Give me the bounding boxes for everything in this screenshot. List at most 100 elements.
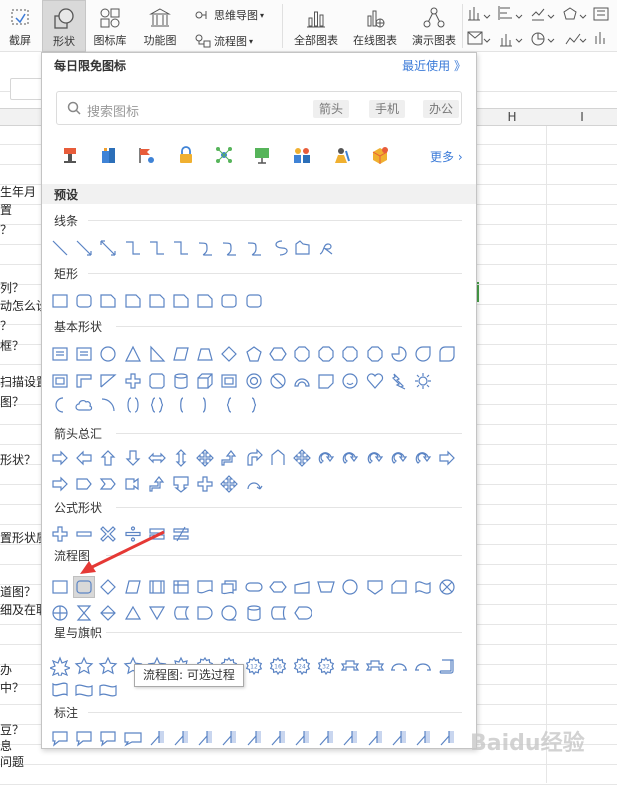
shape-col-icon[interactable] <box>74 603 94 623</box>
cell-a[interactable]: 列？ <box>0 280 24 296</box>
shape-acr-icon[interactable] <box>195 474 215 494</box>
shape-rb3-icon[interactable] <box>389 656 409 676</box>
shape-wv2-icon[interactable] <box>98 680 118 700</box>
shape-pg-icon[interactable] <box>171 344 191 364</box>
shape-hp-icon[interactable] <box>292 344 312 364</box>
shape-aup-icon[interactable] <box>219 448 239 468</box>
cell-a[interactable]: 置 <box>0 202 12 218</box>
shape-no-icon[interactable] <box>268 371 288 391</box>
shape-st24-icon[interactable]: 24 <box>292 656 312 676</box>
shape-cal-icon[interactable] <box>50 728 70 748</box>
shape-cl6-icon[interactable] <box>268 728 288 748</box>
shape-rr-icon[interactable] <box>244 291 264 311</box>
shape-fr2-icon[interactable] <box>50 371 70 391</box>
shape-ci-icon[interactable] <box>98 344 118 364</box>
shape-cal2-icon[interactable] <box>74 728 94 748</box>
shape-man-icon[interactable] <box>292 577 312 597</box>
shape-r-icon[interactable] <box>50 577 70 597</box>
shape-cal4-icon[interactable] <box>123 728 143 748</box>
shape-aud-icon[interactable] <box>171 448 191 468</box>
shape-cl2-icon[interactable] <box>171 728 191 748</box>
shape-cd-icon[interactable] <box>365 448 385 468</box>
shape-cl11-icon[interactable] <box>389 728 409 748</box>
shape-chv-icon[interactable] <box>98 474 118 494</box>
shape-st2-icon[interactable] <box>74 656 94 676</box>
building-icon[interactable] <box>98 145 118 165</box>
shape-cl9-icon[interactable] <box>340 728 360 748</box>
all-charts-button[interactable]: 全部图表 <box>290 0 342 52</box>
shape-sc2-icon[interactable] <box>437 656 457 676</box>
shape-bk-icon[interactable] <box>123 395 143 415</box>
online-charts-button[interactable]: 在线图表 <box>348 0 402 52</box>
shape-ws-icon[interactable] <box>50 680 70 700</box>
shape-bl-icon[interactable] <box>292 371 312 391</box>
shape-bev-icon[interactable] <box>219 371 239 391</box>
shape-ex-icon[interactable] <box>123 603 143 623</box>
shape-cl10-icon[interactable] <box>365 728 385 748</box>
shape-br-icon[interactable] <box>147 395 167 415</box>
tag-office[interactable]: 办公 <box>423 100 460 118</box>
shape-smile-icon[interactable] <box>340 371 360 391</box>
shape-ln-icon[interactable] <box>50 238 70 258</box>
cell-a[interactable]: 框？ <box>0 338 24 354</box>
shape-doc-icon[interactable] <box>195 577 215 597</box>
shape-cl4-icon[interactable] <box>219 728 239 748</box>
shape-off-icon[interactable] <box>365 577 385 597</box>
shape-el-icon[interactable] <box>123 238 143 258</box>
cell-a[interactable]: 中？ <box>0 680 24 696</box>
column-header-h[interactable]: H <box>478 109 546 126</box>
cell-a[interactable]: 形状？ <box>0 452 36 468</box>
icon-search-box[interactable]: 搜索图标 箭头 手机 办公 <box>56 91 462 125</box>
shape-ln3-icon[interactable] <box>98 238 118 258</box>
shape-ar-icon[interactable] <box>50 448 70 468</box>
shape-tear-icon[interactable] <box>413 344 433 364</box>
shape-cl8-icon[interactable] <box>316 728 336 748</box>
shape-tp-icon[interactable] <box>195 344 215 364</box>
shape-di-icon[interactable] <box>219 344 239 364</box>
shape-cl12-icon[interactable] <box>413 728 433 748</box>
function-map-button[interactable]: 功能图 <box>137 0 183 52</box>
shape-ar3-icon[interactable] <box>50 474 70 494</box>
recently-used-link[interactable]: 最近使用 》 <box>402 57 466 74</box>
shape-aq-icon[interactable] <box>195 448 215 468</box>
shape-oc-icon[interactable] <box>316 344 336 364</box>
shape-sc-icon[interactable] <box>268 238 288 258</box>
shape-cu-icon[interactable] <box>389 448 409 468</box>
shape-cr-icon[interactable] <box>316 448 336 468</box>
delivery-box-icon[interactable] <box>370 145 390 165</box>
shape-mdoc-icon[interactable] <box>219 577 239 597</box>
shape-cl5-icon[interactable] <box>244 728 264 748</box>
team-icon[interactable] <box>292 145 312 165</box>
icon-library-button[interactable]: 图标库 <box>89 0 131 52</box>
shape-el3-icon[interactable] <box>171 238 191 258</box>
shape-seq-icon[interactable] <box>219 603 239 623</box>
shape-dsp-icon[interactable] <box>292 603 312 623</box>
presentation-icon[interactable] <box>252 145 272 165</box>
flowchart-button[interactable]: 流程图 ▾ <box>195 31 253 51</box>
shape-mer-icon[interactable] <box>147 603 167 623</box>
shape-sr-icon[interactable] <box>98 291 118 311</box>
shape-au2-icon[interactable] <box>268 448 288 468</box>
shape-so-icon[interactable] <box>98 603 118 623</box>
shape-rbr-icon[interactable] <box>244 395 264 415</box>
shape-sr5-icon[interactable] <box>195 291 215 311</box>
network-icon[interactable] <box>214 145 234 165</box>
shape-sun-icon[interactable] <box>413 371 433 391</box>
shape-moon-icon[interactable] <box>50 395 70 415</box>
cell-a[interactable]: ？ <box>0 222 12 238</box>
shape-lbr-icon[interactable] <box>219 395 239 415</box>
shape-al-icon[interactable] <box>74 448 94 468</box>
tag-arrow[interactable]: 箭头 <box>313 100 350 118</box>
shape-oc-icon[interactable] <box>365 344 385 364</box>
shape-aq2-icon[interactable] <box>292 448 312 468</box>
shape-st32-icon[interactable]: 32 <box>316 656 336 676</box>
lock-icon[interactable] <box>176 145 196 165</box>
shape-fr-icon[interactable] <box>292 238 312 258</box>
shape-au-icon[interactable] <box>98 448 118 468</box>
shape-rr-icon[interactable] <box>219 291 239 311</box>
shape-sr3-icon[interactable] <box>147 291 167 311</box>
shape-mag-icon[interactable] <box>244 603 264 623</box>
screenshot-button[interactable]: 截屏 <box>0 0 40 52</box>
shape-conn-icon[interactable] <box>340 577 360 597</box>
shape-prep-icon[interactable] <box>268 577 288 597</box>
